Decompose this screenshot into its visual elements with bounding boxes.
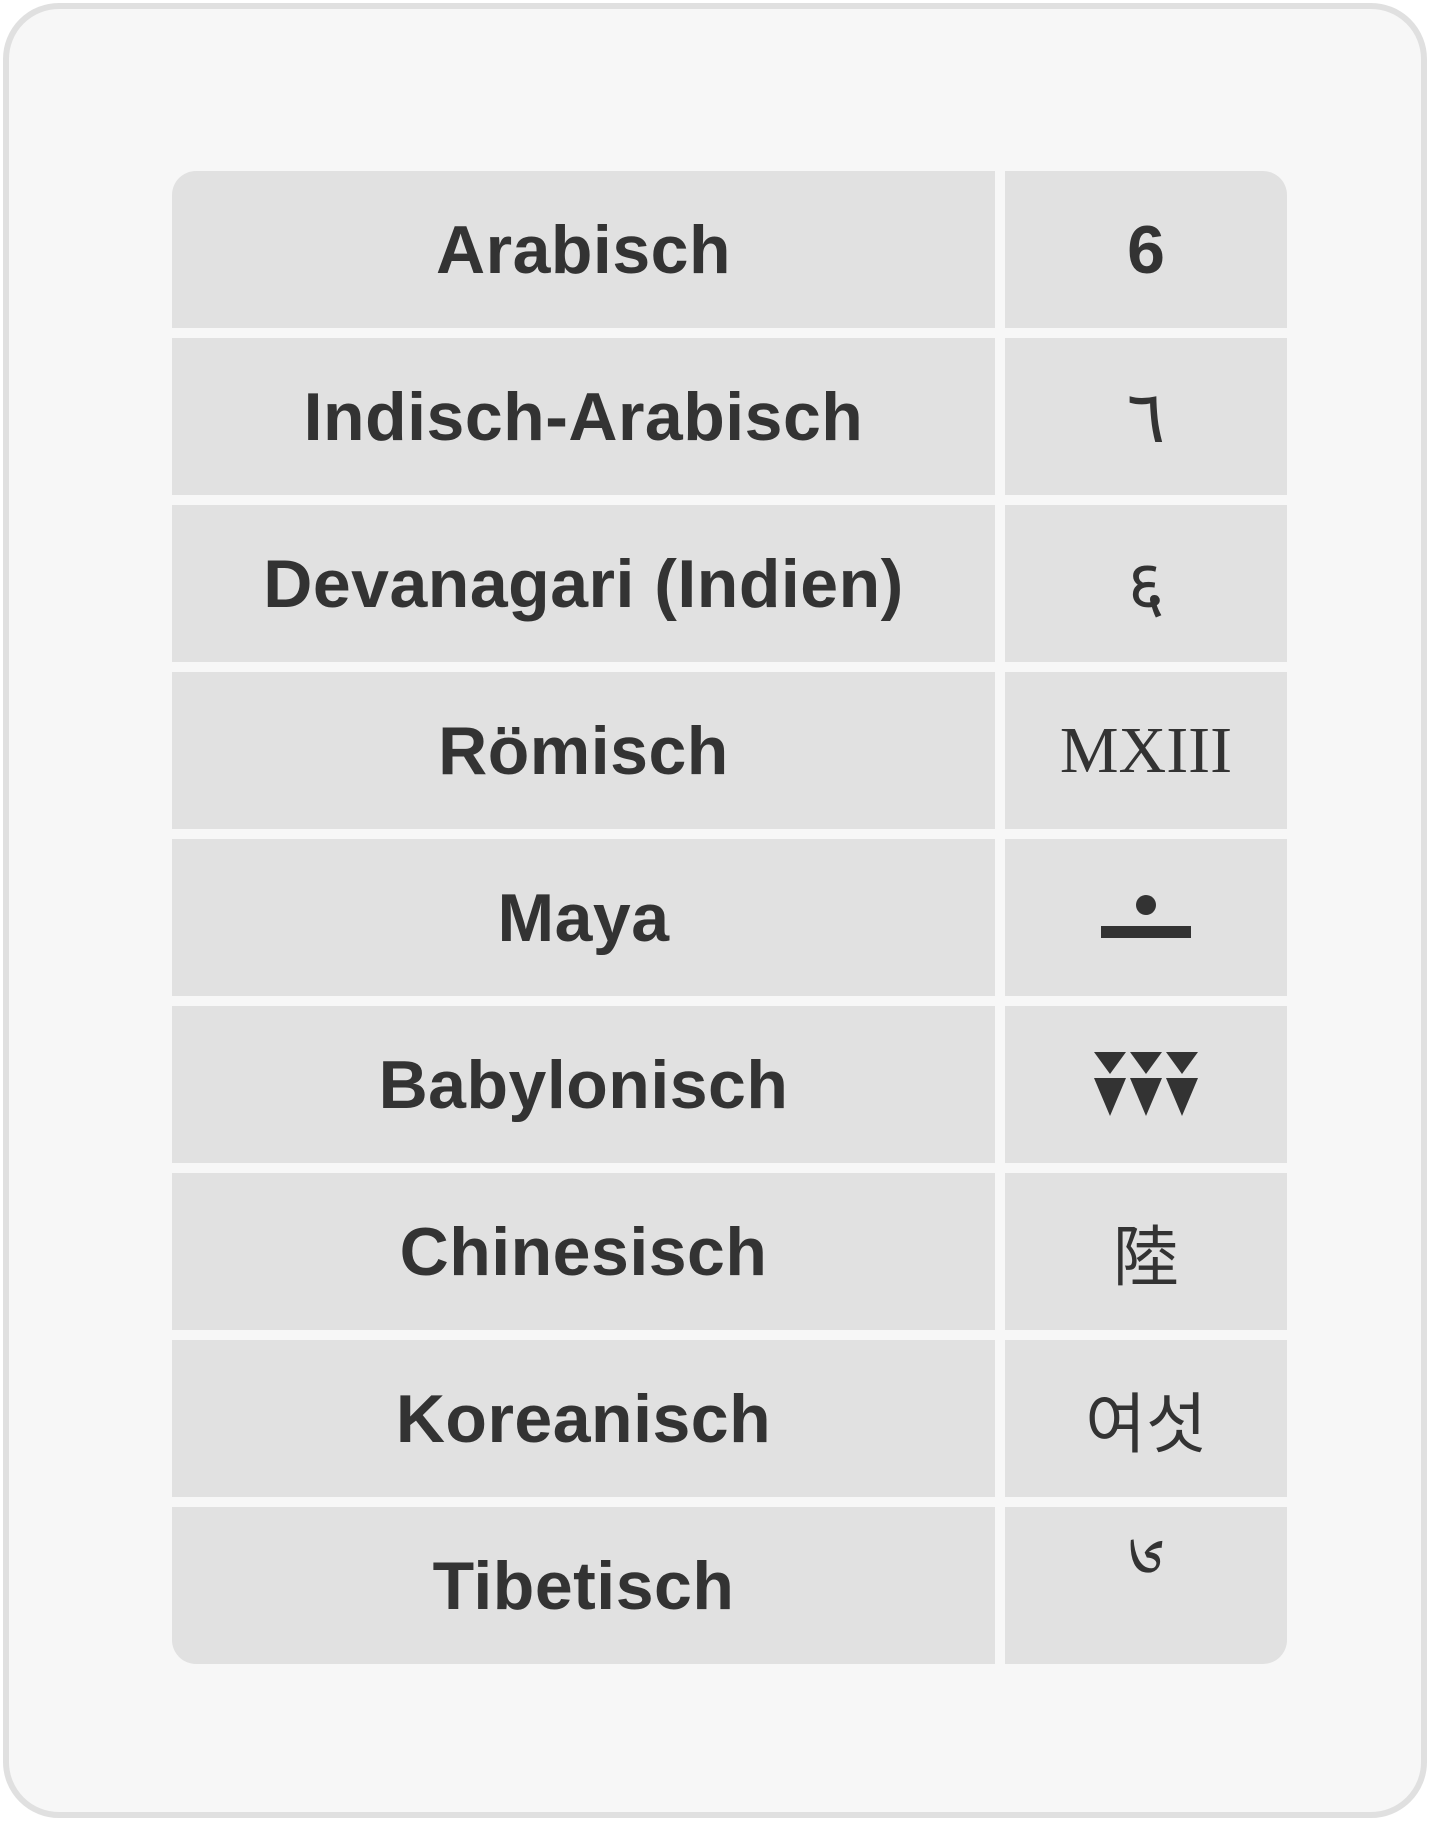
card-frame: Arabisch 6 Indisch-Arabisch ٦ Devanagari… xyxy=(3,3,1427,1818)
table-cell-numeral: 陸 xyxy=(1005,1173,1287,1330)
table-cell-numeral xyxy=(1005,839,1287,996)
numeral-systems-table: Arabisch 6 Indisch-Arabisch ٦ Devanagari… xyxy=(172,171,1287,1664)
maya-six-icon xyxy=(1101,894,1191,938)
table-cell-system-name: Devanagari (Indien) xyxy=(172,505,995,662)
table-cell-system-name: Arabisch xyxy=(172,171,995,328)
table-cell-system-name: Römisch xyxy=(172,672,995,829)
table-cell-numeral: MXIII xyxy=(1005,672,1287,829)
babylonian-six-icon xyxy=(1094,1051,1198,1116)
table-cell-system-name: Indisch-Arabisch xyxy=(172,338,995,495)
table-cell-numeral: 여섯 xyxy=(1005,1340,1287,1497)
table-cell-numeral: ६ xyxy=(1005,505,1287,662)
table-cell-numeral: ༦ xyxy=(1005,1507,1287,1664)
table-cell-numeral: 6 xyxy=(1005,171,1287,328)
table-cell-numeral: ٦ xyxy=(1005,338,1287,495)
table-cell-system-name: Tibetisch xyxy=(172,1507,995,1664)
table-cell-system-name: Babylonisch xyxy=(172,1006,995,1163)
table-cell-system-name: Maya xyxy=(172,839,995,996)
table-cell-system-name: Chinesisch xyxy=(172,1173,995,1330)
table-cell-numeral xyxy=(1005,1006,1287,1163)
table-cell-system-name: Koreanisch xyxy=(172,1340,995,1497)
